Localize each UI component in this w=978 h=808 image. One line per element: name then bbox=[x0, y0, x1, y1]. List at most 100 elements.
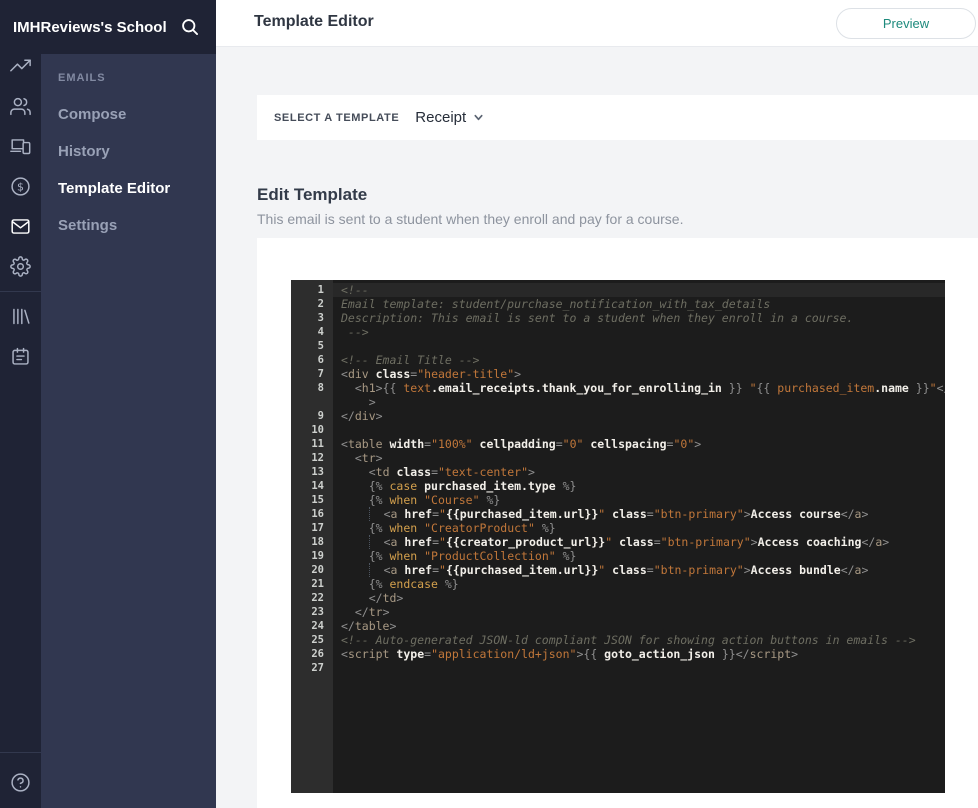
code-line[interactable]: 2Email template: student/purchase_notifi… bbox=[291, 297, 945, 311]
code-text: {% when "CreatorProduct" %} bbox=[333, 521, 945, 535]
trending-up-icon[interactable] bbox=[10, 55, 31, 76]
code-text: <!-- Email Title --> bbox=[333, 353, 945, 367]
code-text: <!-- bbox=[333, 283, 945, 297]
code-text: <table width="100%" cellpadding="0" cell… bbox=[333, 437, 945, 451]
select-template-label: SELECT A TEMPLATE bbox=[257, 112, 399, 124]
template-dropdown[interactable]: Receipt bbox=[415, 109, 484, 126]
code-text bbox=[333, 339, 945, 353]
code-line[interactable]: 13 <td class="text-center"> bbox=[291, 465, 945, 479]
code-line[interactable]: 22 </td> bbox=[291, 591, 945, 605]
code-line[interactable]: 20 <a href="{{purchased_item.url}}" clas… bbox=[291, 563, 945, 577]
code-text: </tr> bbox=[333, 605, 945, 619]
code-line[interactable]: 14 {% case purchased_item.type %} bbox=[291, 479, 945, 493]
line-number: 10 bbox=[291, 423, 333, 437]
line-number: 6 bbox=[291, 353, 333, 367]
line-number: 24 bbox=[291, 619, 333, 633]
page-title: Template Editor bbox=[254, 13, 374, 31]
preview-button[interactable]: Preview bbox=[836, 8, 976, 39]
code-line[interactable]: > bbox=[291, 395, 945, 409]
settings-gear-icon[interactable] bbox=[10, 256, 31, 277]
line-number: 25 bbox=[291, 633, 333, 647]
code-line[interactable]: 11<table width="100%" cellpadding="0" ce… bbox=[291, 437, 945, 451]
code-line[interactable]: 1<!-- bbox=[291, 283, 945, 297]
line-number: 20 bbox=[291, 563, 333, 577]
rail-divider bbox=[0, 752, 41, 753]
app-window: $ IMHReviews's School EMAILS ComposeHist… bbox=[0, 0, 978, 808]
line-number: 12 bbox=[291, 451, 333, 465]
code-line[interactable]: 26<script type="application/ld+json">{{ … bbox=[291, 647, 945, 661]
sidebar-item-history[interactable]: History bbox=[41, 133, 216, 170]
line-number bbox=[291, 395, 333, 409]
line-number: 7 bbox=[291, 367, 333, 381]
code-text: Email template: student/purchase_notific… bbox=[333, 297, 945, 311]
code-line[interactable]: 18 <a href="{{creator_product_url}}" cla… bbox=[291, 535, 945, 549]
template-card: 1<!--2Email template: student/purchase_n… bbox=[257, 238, 978, 808]
code-line[interactable]: 9</div> bbox=[291, 409, 945, 423]
email-icon[interactable] bbox=[10, 216, 31, 237]
devices-icon[interactable] bbox=[10, 136, 31, 157]
main-content: Template Editor Preview SELECT A TEMPLAT… bbox=[216, 0, 978, 808]
sidebar-item-settings[interactable]: Settings bbox=[41, 207, 216, 244]
code-text: <!-- Auto-generated JSON-ld compliant JS… bbox=[333, 633, 945, 647]
search-icon[interactable] bbox=[180, 17, 200, 37]
rail-divider bbox=[0, 291, 41, 292]
code-line[interactable]: 10 bbox=[291, 423, 945, 437]
line-number: 11 bbox=[291, 437, 333, 451]
line-number: 8 bbox=[291, 381, 333, 395]
code-text: <div class="header-title"> bbox=[333, 367, 945, 381]
help-icon[interactable] bbox=[10, 772, 31, 793]
code-text: <script type="application/ld+json">{{ go… bbox=[333, 647, 945, 661]
line-number: 15 bbox=[291, 493, 333, 507]
code-line[interactable]: 19 {% when "ProductCollection" %} bbox=[291, 549, 945, 563]
line-number: 26 bbox=[291, 647, 333, 661]
code-line[interactable]: 27 bbox=[291, 661, 945, 675]
calendar-icon[interactable] bbox=[10, 346, 31, 367]
edit-template-title: Edit Template bbox=[257, 185, 367, 205]
code-line[interactable]: 15 {% when "Course" %} bbox=[291, 493, 945, 507]
code-editor[interactable]: 1<!--2Email template: student/purchase_n… bbox=[291, 280, 945, 793]
code-text: {% when "ProductCollection" %} bbox=[333, 549, 945, 563]
chevron-down-icon bbox=[473, 112, 484, 123]
code-line[interactable]: 7<div class="header-title"> bbox=[291, 367, 945, 381]
template-select-bar: SELECT A TEMPLATE Receipt bbox=[257, 95, 978, 140]
payments-icon[interactable]: $ bbox=[10, 176, 31, 197]
emails-submenu: EMAILS ComposeHistoryTemplate EditorSett… bbox=[41, 54, 216, 808]
code-line[interactable]: 25<!-- Auto-generated JSON-ld compliant … bbox=[291, 633, 945, 647]
code-text: {% when "Course" %} bbox=[333, 493, 945, 507]
icon-rail: $ bbox=[0, 0, 41, 808]
code-line[interactable]: 17 {% when "CreatorProduct" %} bbox=[291, 521, 945, 535]
code-text bbox=[333, 423, 945, 437]
line-number: 17 bbox=[291, 521, 333, 535]
code-line[interactable]: 16 <a href="{{purchased_item.url}}" clas… bbox=[291, 507, 945, 521]
svg-text:$: $ bbox=[17, 180, 24, 193]
line-number: 27 bbox=[291, 661, 333, 675]
code-text: <td class="text-center"> bbox=[333, 465, 945, 479]
library-icon[interactable] bbox=[10, 306, 31, 327]
sidebar-items: ComposeHistoryTemplate EditorSettings bbox=[41, 96, 216, 244]
editor-lines: 1<!--2Email template: student/purchase_n… bbox=[291, 280, 945, 675]
line-number: 16 bbox=[291, 507, 333, 521]
code-line[interactable]: 23 </tr> bbox=[291, 605, 945, 619]
submenu-section-label: EMAILS bbox=[41, 54, 216, 96]
edit-template-description: This email is sent to a student when the… bbox=[257, 211, 683, 227]
code-line[interactable]: 24</table> bbox=[291, 619, 945, 633]
line-number: 2 bbox=[291, 297, 333, 311]
code-line[interactable]: 21 {% endcase %} bbox=[291, 577, 945, 591]
code-line[interactable]: 6<!-- Email Title --> bbox=[291, 353, 945, 367]
line-number: 14 bbox=[291, 479, 333, 493]
sidebar-item-template-editor[interactable]: Template Editor bbox=[41, 170, 216, 207]
users-icon[interactable] bbox=[10, 96, 31, 117]
school-title: IMHReviews's School bbox=[0, 19, 167, 36]
code-text: <a href="{{creator_product_url}}" class=… bbox=[333, 535, 945, 549]
code-text bbox=[333, 661, 945, 675]
code-line[interactable]: 12 <tr> bbox=[291, 451, 945, 465]
code-line[interactable]: 5 bbox=[291, 339, 945, 353]
line-number: 9 bbox=[291, 409, 333, 423]
code-text: {% case purchased_item.type %} bbox=[333, 479, 945, 493]
line-number: 21 bbox=[291, 577, 333, 591]
code-line[interactable]: 4 --> bbox=[291, 325, 945, 339]
code-line[interactable]: 3Description: This email is sent to a st… bbox=[291, 311, 945, 325]
code-line[interactable]: 8 <h1>{{ text.email_receipts.thank_you_f… bbox=[291, 381, 945, 395]
code-text: <a href="{{purchased_item.url}}" class="… bbox=[333, 563, 945, 577]
sidebar-item-compose[interactable]: Compose bbox=[41, 96, 216, 133]
